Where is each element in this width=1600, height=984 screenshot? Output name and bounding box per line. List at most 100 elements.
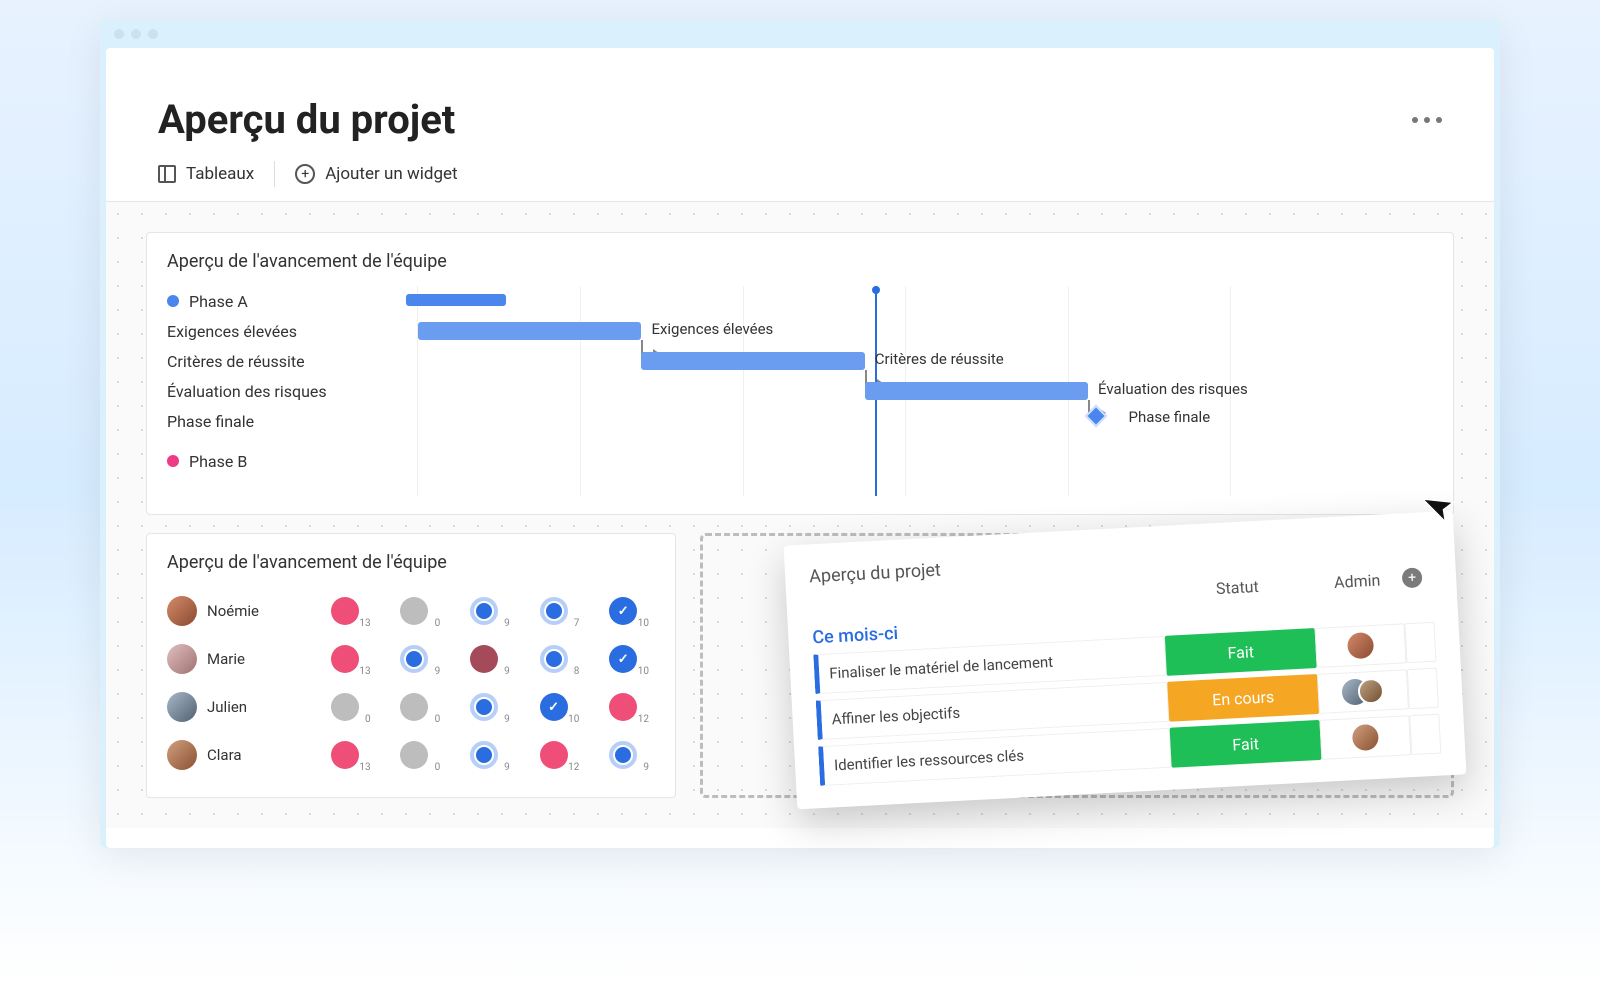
header: Aperçu du projet xyxy=(106,48,1494,161)
bubble-count: 0 xyxy=(435,618,441,629)
empty-cell[interactable] xyxy=(1404,622,1436,664)
status-bubble[interactable] xyxy=(400,645,428,673)
gantt-row-label: Évaluation des risques xyxy=(167,382,327,401)
toolbar: Tableaux + Ajouter un widget xyxy=(106,161,1494,202)
empty-cell[interactable] xyxy=(1407,668,1439,710)
plus-circle-icon: + xyxy=(295,164,315,184)
admin-cell[interactable] xyxy=(1319,715,1411,760)
more-icon xyxy=(1424,117,1430,123)
mac-close-dot[interactable] xyxy=(114,29,124,39)
status-bubble[interactable] xyxy=(400,597,428,625)
phase-b-row: Phase B xyxy=(167,446,417,476)
member-name: Marie xyxy=(207,650,245,668)
status-bubble[interactable] xyxy=(331,741,359,769)
gantt-bar[interactable] xyxy=(641,352,864,370)
status-bubble[interactable] xyxy=(540,741,568,769)
bubble-count: 13 xyxy=(359,618,370,629)
more-menu[interactable] xyxy=(1412,117,1442,123)
bubble-count: 0 xyxy=(435,714,441,725)
app-frame: Aperçu du projet Tableaux + Ajouter un w… xyxy=(106,48,1494,848)
gantt-bar-label: Exigences élevées xyxy=(651,320,773,338)
bubble-count: 9 xyxy=(504,618,510,629)
table-row: Clara 13 0 9 12 9 xyxy=(167,731,655,779)
avatar xyxy=(1347,632,1374,659)
bubble-count: 0 xyxy=(435,762,441,773)
board-icon xyxy=(158,165,176,183)
bubble-count: 13 xyxy=(359,762,370,773)
bubble-count: 10 xyxy=(568,714,579,725)
add-column-button[interactable]: + xyxy=(1402,567,1423,588)
tableaux-label: Tableaux xyxy=(186,164,254,184)
avatar[interactable] xyxy=(167,596,197,626)
tableaux-button[interactable]: Tableaux xyxy=(158,164,254,184)
bubble-count: 9 xyxy=(504,714,510,725)
gantt-row-label: Exigences élevées xyxy=(167,322,297,341)
gantt-bar[interactable] xyxy=(418,322,641,340)
phase-a-label: Phase A xyxy=(189,292,248,311)
mac-titlebar xyxy=(100,20,1500,48)
empty-cell[interactable] xyxy=(1409,714,1441,756)
member-name: Clara xyxy=(207,746,242,764)
phase-a-row: Phase A xyxy=(167,286,417,316)
phase-a-summary-bar[interactable] xyxy=(406,294,506,306)
bubble-count: 0 xyxy=(365,714,371,725)
table-row: Marie 13 9 9 8 ✓10 xyxy=(167,635,655,683)
avatar[interactable] xyxy=(167,692,197,722)
status-bubble[interactable] xyxy=(331,597,359,625)
status-bubble[interactable] xyxy=(400,741,428,769)
col-admin-label: Admin xyxy=(1312,569,1403,593)
status-bubble[interactable]: ✓ xyxy=(540,693,568,721)
status-bubble[interactable]: ✓ xyxy=(609,597,637,625)
status-bubble[interactable] xyxy=(470,741,498,769)
bubble-count: 12 xyxy=(638,714,649,725)
mac-max-dot[interactable] xyxy=(148,29,158,39)
avatar[interactable] xyxy=(167,740,197,770)
status-bubble[interactable] xyxy=(470,645,498,673)
bubble-count: 9 xyxy=(643,762,649,773)
status-badge[interactable]: Fait xyxy=(1170,720,1322,768)
col-status-label: Statut xyxy=(1162,574,1313,601)
status-badge[interactable]: En cours xyxy=(1167,674,1319,722)
phase-dot-icon xyxy=(167,455,179,467)
status-bubble[interactable] xyxy=(331,645,359,673)
floating-task-card[interactable]: Aperçu du projet Statut Admin + Ce mois-… xyxy=(784,511,1467,810)
gantt-bar[interactable] xyxy=(865,382,1088,400)
gantt-title: Aperçu de l'avancement de l'équipe xyxy=(167,251,1433,272)
app-window: Aperçu du projet Tableaux + Ajouter un w… xyxy=(100,20,1500,848)
bubble-count: 9 xyxy=(504,762,510,773)
team-widget-title: Aperçu de l'avancement de l'équipe xyxy=(167,552,655,573)
member-name: Noémie xyxy=(207,602,259,620)
add-widget-button[interactable]: + Ajouter un widget xyxy=(295,164,457,184)
admin-cell[interactable] xyxy=(1317,669,1409,714)
status-bubble[interactable] xyxy=(540,597,568,625)
gantt-bar-label: Évaluation des risques xyxy=(1098,380,1248,398)
team-widget[interactable]: Aperçu de l'avancement de l'équipe Noémi… xyxy=(146,533,676,798)
gantt-chart[interactable]: Exigences élevées Critères de réussite É… xyxy=(417,286,1433,496)
gantt-bar-label: Critères de réussite xyxy=(875,350,1004,368)
status-bubble[interactable] xyxy=(400,693,428,721)
gantt-bar-label: Phase finale xyxy=(1129,408,1211,426)
status-bubble[interactable] xyxy=(540,645,568,673)
page-title: Aperçu du projet xyxy=(158,96,455,143)
status-bubble[interactable] xyxy=(609,693,637,721)
bubble-count: 9 xyxy=(435,666,441,677)
status-bubble[interactable]: ✓ xyxy=(609,645,637,673)
gantt-row-label: Critères de réussite xyxy=(167,352,305,371)
admin-cell[interactable] xyxy=(1315,623,1407,668)
status-badge[interactable]: Fait xyxy=(1165,628,1317,676)
more-icon xyxy=(1436,117,1442,123)
avatar[interactable] xyxy=(167,644,197,674)
status-bubble[interactable] xyxy=(470,597,498,625)
table-row: Noémie 13 0 9 7 ✓10 xyxy=(167,587,655,635)
phase-dot-icon xyxy=(167,295,179,307)
gantt-widget[interactable]: Aperçu de l'avancement de l'équipe Phase… xyxy=(146,232,1454,515)
status-bubble[interactable] xyxy=(331,693,359,721)
bubble-count: 13 xyxy=(359,666,370,677)
bubble-count: 10 xyxy=(638,666,649,677)
status-bubble[interactable] xyxy=(609,741,637,769)
gantt-row-label: Phase finale xyxy=(167,412,254,431)
mac-min-dot[interactable] xyxy=(131,29,141,39)
status-bubble[interactable] xyxy=(470,693,498,721)
member-name: Julien xyxy=(207,698,247,716)
avatar xyxy=(1352,724,1379,751)
